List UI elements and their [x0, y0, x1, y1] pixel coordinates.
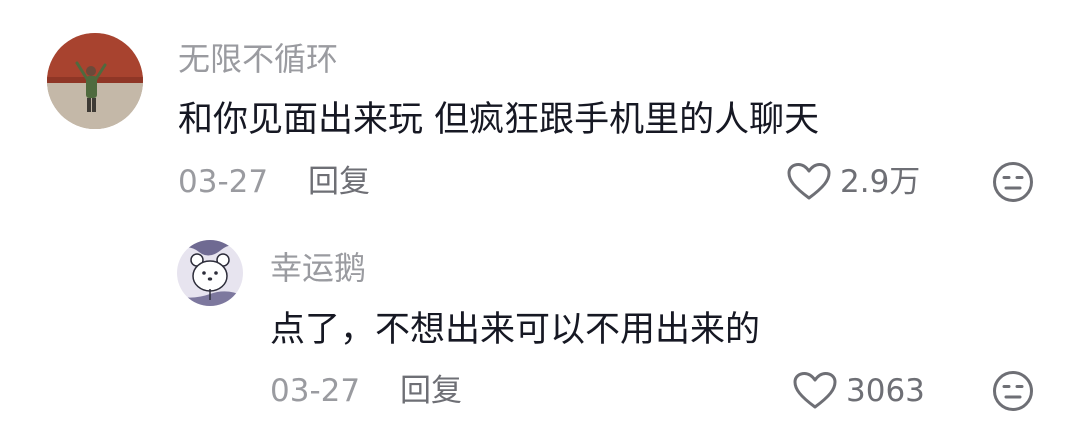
- like-button[interactable]: 2.9万: [786, 162, 920, 202]
- heart-outline-icon: [787, 163, 831, 200]
- like-count: 3063: [846, 373, 925, 409]
- like-count: 2.9万: [840, 164, 921, 200]
- dislike-button[interactable]: [992, 161, 1034, 203]
- comment-text: 和你见面出来玩 但疯狂跟手机里的人聊天: [178, 100, 820, 140]
- user-avatar[interactable]: [47, 33, 143, 129]
- reply-button[interactable]: 回复: [400, 371, 462, 411]
- like-button[interactable]: 3063: [792, 371, 925, 411]
- comment-date: 03-27: [270, 373, 361, 409]
- reply-comment-item: 幸运鹅 点了，不想出来可以不用出来的 03-27 回复 3063: [0, 220, 1080, 438]
- reply-button[interactable]: 回复: [308, 162, 370, 202]
- dislike-button[interactable]: [992, 370, 1034, 412]
- heart-outline-icon: [793, 372, 837, 409]
- user-avatar[interactable]: [177, 240, 243, 306]
- white-bear-avatar-icon: [177, 240, 243, 306]
- username[interactable]: 幸运鹅: [270, 248, 366, 288]
- neutral-face-icon: [993, 371, 1033, 411]
- neutral-face-icon: [993, 162, 1033, 202]
- comment-item: 无限不循环 和你见面出来玩 但疯狂跟手机里的人聊天 03-27 回复 2.9万: [0, 0, 1080, 220]
- person-raising-arms-avatar-icon: [47, 33, 143, 129]
- username[interactable]: 无限不循环: [178, 39, 338, 79]
- comment-text: 点了，不想出来可以不用出来的: [270, 310, 761, 350]
- comment-date: 03-27: [178, 164, 269, 200]
